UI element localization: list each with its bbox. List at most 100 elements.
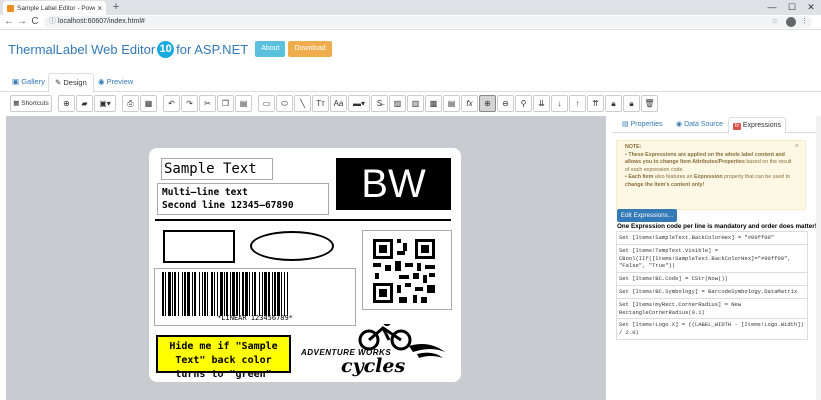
close-window-button[interactable]: ✕ bbox=[801, 0, 821, 15]
image-icon: ▣ bbox=[12, 77, 20, 86]
tab-gallery-label: Gallery bbox=[21, 77, 45, 86]
rectangle-tool-icon[interactable]: ▭ bbox=[258, 94, 275, 112]
close-tab-icon[interactable]: × bbox=[97, 4, 102, 13]
url-field[interactable]: ⓘ localhost:60607/index.html# ☆ ⋮ bbox=[44, 16, 812, 28]
shortcuts-label: Shortcuts bbox=[21, 99, 49, 107]
cut-icon[interactable]: ✂ bbox=[199, 94, 216, 112]
note-bullet2-bold: Each Item bbox=[628, 174, 654, 180]
back-icon[interactable]: ← bbox=[3, 16, 15, 28]
database-icon: ◉ bbox=[676, 121, 683, 128]
tab-design[interactable]: ✎ Design bbox=[48, 73, 94, 93]
qr-tool-icon[interactable]: ▩ bbox=[425, 94, 442, 112]
list-item[interactable]: Set [Items!BC.Code] = CStr(Now()) bbox=[616, 273, 808, 286]
app-title: ThermalLabel Web Editor bbox=[8, 41, 156, 57]
sample-text-item[interactable]: Sample Text bbox=[161, 158, 273, 180]
multiline-line-1: Multi–line text bbox=[162, 187, 248, 198]
redo-icon[interactable]: ↷ bbox=[181, 94, 198, 112]
reload-icon[interactable]: C bbox=[29, 16, 41, 28]
shortcuts-button[interactable]: ▦ Shortcuts bbox=[10, 94, 52, 112]
multiline-text-item[interactable]: Multi–line text Second line 12345–67890 bbox=[157, 183, 329, 215]
multiline-line-2: Second line 12345–67890 bbox=[162, 200, 294, 211]
zoom-out-icon[interactable]: ⊖ bbox=[497, 94, 514, 112]
move-down-icon[interactable]: ↓ bbox=[551, 94, 568, 112]
list-item[interactable]: Set [Items!BC.Symbology] = BarcodeSymbol… bbox=[616, 285, 808, 299]
bring-to-front-icon[interactable]: ⇈ bbox=[587, 94, 604, 112]
text-tool-icon[interactable]: Tт bbox=[312, 94, 329, 112]
browser-tab[interactable]: Sample Label Editor - Powered b × bbox=[3, 1, 106, 15]
ellipse-tool-icon[interactable]: ⬭ bbox=[276, 94, 293, 112]
url-text: localhost:60607/index.html# bbox=[58, 18, 145, 25]
tab-properties[interactable]: ▤ Properties bbox=[618, 117, 666, 134]
browser-menu-icon[interactable]: ⋮ bbox=[801, 16, 808, 28]
list-item[interactable]: Set [Items!myRect.CornerRadius] = New Re… bbox=[616, 298, 808, 320]
tab-data-source-label: Data Source bbox=[684, 121, 723, 128]
tab-expressions[interactable]: fx Expressions bbox=[728, 117, 787, 134]
table-tool-icon[interactable]: ▤ bbox=[443, 94, 460, 112]
list-icon: ▤ bbox=[622, 121, 629, 128]
open-folder-icon[interactable]: ▰ bbox=[76, 94, 93, 112]
hide-me-text-item[interactable]: Hide me if "Sample Text" back color turn… bbox=[156, 335, 291, 380]
bw-text-item[interactable]: BW bbox=[336, 158, 451, 210]
expressions-hint: One Expression code per line is mandator… bbox=[617, 223, 817, 230]
note-bullet2-bold3: change the Item's content only! bbox=[625, 181, 705, 188]
zoom-in-icon[interactable]: ⊕ bbox=[479, 94, 496, 112]
adventure-works-logo[interactable]: ADVENTURE WORKS cycles bbox=[301, 324, 447, 377]
tab-data-source[interactable]: ◉ Data Source bbox=[672, 117, 727, 134]
rectangle-item[interactable] bbox=[163, 230, 235, 263]
design-toolbar: ▦ Shortcuts ⊕ ▰ ▣▾ ⎙ ▦ ↶ ↷ ✂ ❐ ▤ ▭ ⬭ ╲ T… bbox=[10, 94, 719, 112]
download-button[interactable]: Download bbox=[288, 41, 332, 57]
note-bullet2-rest: property that can be used to bbox=[722, 174, 790, 180]
copy-icon[interactable]: ❐ bbox=[217, 94, 234, 112]
linear-barcode-item[interactable]: *LINEAR 123456789* bbox=[154, 268, 356, 326]
qr-code-item[interactable] bbox=[362, 230, 452, 310]
tab-preview[interactable]: ◉ Preview bbox=[92, 73, 139, 93]
list-item[interactable]: Set [Items!SampleText.BackColorHex] = "#… bbox=[616, 231, 808, 245]
pencil-icon: ✎ bbox=[55, 78, 62, 87]
note-bullet2-mid: also features an bbox=[653, 174, 694, 180]
eye-icon: ◉ bbox=[98, 77, 105, 86]
info-icon[interactable]: ⓘ bbox=[49, 16, 56, 28]
zoom-reset-icon[interactable]: ⚲ bbox=[515, 94, 532, 112]
grid-icon[interactable]: ▦ bbox=[140, 94, 157, 112]
lock-icon[interactable]: 🔒︎ bbox=[605, 94, 622, 112]
barcode-tool-icon[interactable]: ▥ bbox=[407, 94, 424, 112]
print-icon[interactable]: ⎙ bbox=[122, 94, 139, 112]
page-scrollbar[interactable] bbox=[816, 116, 821, 400]
lock-all-icon[interactable]: 🔒︎ bbox=[623, 94, 640, 112]
horizontal-line-item[interactable] bbox=[155, 219, 451, 221]
close-icon[interactable]: × bbox=[795, 143, 799, 151]
account-icon[interactable] bbox=[786, 17, 796, 27]
version-badge: 10 bbox=[157, 40, 175, 58]
list-item[interactable]: Set [Items!TempText.Visible] = CBool(IIf… bbox=[616, 244, 808, 274]
expression-fx-icon[interactable]: fx bbox=[461, 94, 478, 112]
new-tab-button[interactable]: + bbox=[110, 1, 122, 13]
image-tool-icon[interactable]: ▨ bbox=[389, 94, 406, 112]
minimize-button[interactable]: — bbox=[762, 0, 782, 15]
send-to-back-icon[interactable]: ⇊ bbox=[533, 94, 550, 112]
strike-text-icon[interactable]: S̶ bbox=[371, 94, 388, 112]
list-item[interactable]: Set [Items!Logo.X] = ((LABEL_WIDTH - [It… bbox=[616, 319, 808, 340]
forward-icon[interactable]: → bbox=[16, 16, 28, 28]
tab-gallery[interactable]: ▣ Gallery bbox=[6, 73, 51, 93]
move-up-icon[interactable]: ↑ bbox=[569, 94, 586, 112]
barcode-bars bbox=[162, 272, 288, 316]
tab-expressions-label: Expressions bbox=[742, 122, 782, 129]
save-dropdown-icon[interactable]: ▣▾ bbox=[94, 94, 116, 112]
ellipse-item[interactable] bbox=[250, 231, 334, 261]
delete-icon[interactable]: 🗑︎ bbox=[641, 94, 658, 112]
maximize-button[interactable]: ☐ bbox=[782, 0, 802, 15]
edit-expressions-button[interactable]: Edit Expressions... bbox=[617, 209, 677, 222]
barcode-dropdown-icon[interactable]: ▬▾ bbox=[348, 94, 370, 112]
line-tool-icon[interactable]: ╲ bbox=[294, 94, 311, 112]
paste-icon[interactable]: ▤ bbox=[235, 94, 252, 112]
about-button[interactable]: About bbox=[255, 41, 286, 57]
note-alert: NOTE: • These Expressions are applied on… bbox=[616, 140, 806, 210]
undo-icon[interactable]: ↶ bbox=[163, 94, 180, 112]
bookmark-star-icon[interactable]: ☆ bbox=[772, 16, 778, 28]
tab-properties-label: Properties bbox=[630, 121, 663, 128]
font-tool-icon[interactable]: Aa bbox=[330, 94, 347, 112]
label-surface[interactable]: Sample Text Multi–line text Second line … bbox=[149, 148, 461, 382]
new-label-icon[interactable]: ⊕ bbox=[58, 94, 75, 112]
browser-tab-title: Sample Label Editor - Powered b bbox=[17, 4, 95, 12]
tab-design-label: Design bbox=[63, 78, 87, 87]
